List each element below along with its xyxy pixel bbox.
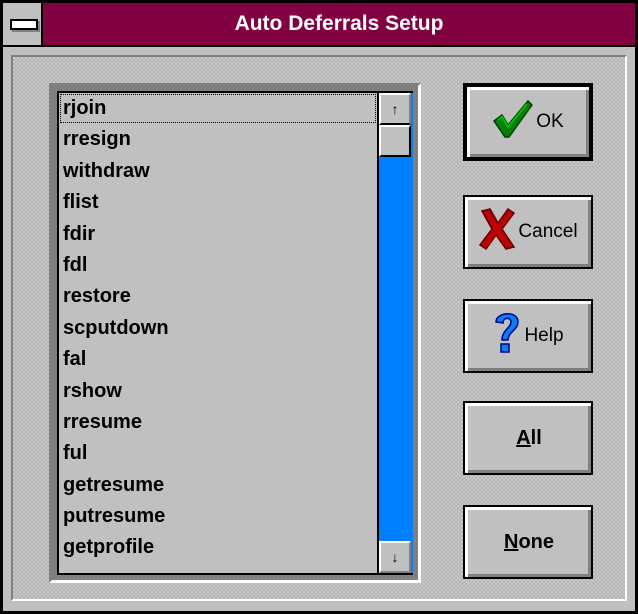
list-item[interactable]: scputdown	[59, 313, 377, 344]
all-label: All	[516, 426, 542, 449]
list-item[interactable]: fdir	[59, 219, 377, 250]
window-title: Auto Deferrals Setup	[234, 12, 444, 35]
list-item[interactable]: putresume	[59, 501, 377, 532]
help-button[interactable]: Help	[463, 299, 593, 373]
system-menu-icon	[10, 19, 38, 30]
list-item[interactable]: flist	[59, 187, 377, 218]
list-item[interactable]: fdl	[59, 250, 377, 281]
list-item[interactable]: fal	[59, 344, 377, 375]
dialog-window: Auto Deferrals Setup rjoin rresign withdra…	[0, 0, 638, 614]
list-item[interactable]: rresume	[59, 407, 377, 438]
list-item[interactable]: ful	[59, 438, 377, 469]
list-item[interactable]: rjoin	[59, 93, 377, 124]
checkmark-icon	[492, 99, 534, 145]
listbox-frame: rjoin rresign withdraw flist fdir fdl restore s…	[57, 91, 413, 575]
list-item[interactable]: getprofile	[59, 532, 377, 563]
system-menu-button[interactable]	[3, 3, 43, 45]
ok-label: OK	[536, 111, 564, 132]
arrow-down-icon: ↓	[391, 549, 399, 565]
question-mark-icon	[492, 310, 522, 362]
list-item[interactable]: restore	[59, 281, 377, 312]
arrow-up-icon: ↑	[391, 101, 399, 117]
list-item[interactable]: rshow	[59, 376, 377, 407]
list-item[interactable]: getresume	[59, 470, 377, 501]
x-mark-icon	[478, 207, 516, 257]
help-label: Help	[524, 325, 564, 346]
vertical-scrollbar[interactable]: ↑ ↓	[377, 93, 413, 573]
scroll-down-button[interactable]: ↓	[379, 541, 411, 573]
none-label: None	[503, 530, 554, 553]
list-item[interactable]: withdraw	[59, 156, 377, 187]
ok-button[interactable]: OK	[463, 83, 593, 161]
cancel-label: Cancel	[518, 221, 578, 242]
listbox-items: rjoin rresign withdraw flist fdir fdl restore s…	[59, 93, 377, 573]
none-button[interactable]: None	[463, 505, 593, 579]
list-item[interactable]: rresign	[59, 124, 377, 155]
deferrals-listbox[interactable]: rjoin rresign withdraw flist fdir fdl restore s…	[49, 83, 421, 583]
all-button[interactable]: All	[463, 401, 593, 475]
scroll-thumb[interactable]	[379, 125, 411, 157]
title-bar[interactable]: Auto Deferrals Setup	[3, 3, 635, 47]
cancel-button[interactable]: Cancel	[463, 195, 593, 269]
scroll-up-button[interactable]: ↑	[379, 93, 411, 125]
